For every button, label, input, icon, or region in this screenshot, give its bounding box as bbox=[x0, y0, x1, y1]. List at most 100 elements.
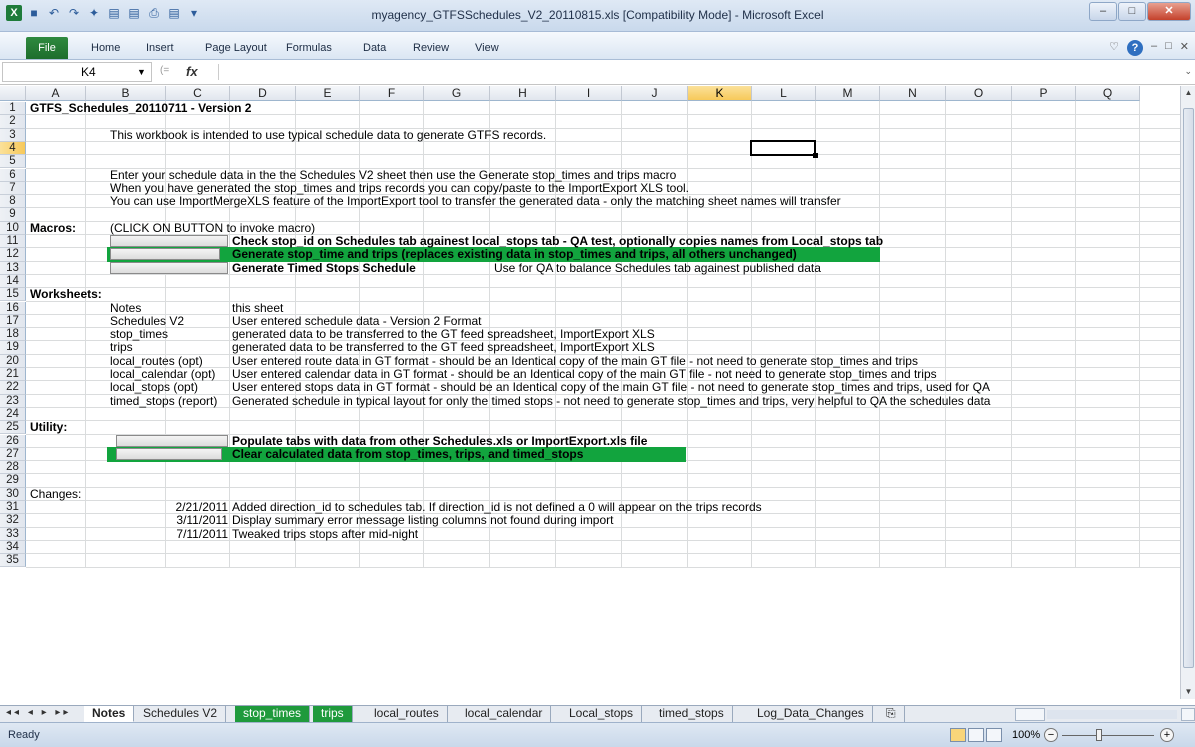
cell-b6[interactable]: Enter your schedule data in the the Sche… bbox=[110, 168, 676, 182]
column-header-m[interactable]: M bbox=[816, 86, 880, 101]
row-header-13[interactable]: 13 bbox=[0, 261, 26, 275]
cell-c23[interactable]: Generated schedule in typical layout for… bbox=[232, 394, 990, 408]
row-header-24[interactable]: 24 bbox=[0, 407, 26, 422]
scroll-thumb[interactable] bbox=[1183, 108, 1194, 668]
row-header-6[interactable]: 6 bbox=[0, 168, 26, 182]
tab-page-layout[interactable]: Page Layout bbox=[205, 42, 267, 54]
tab-formulas[interactable]: Formulas bbox=[286, 42, 332, 54]
row-header-32[interactable]: 32 bbox=[0, 514, 26, 528]
generate-timed-stops-macro-button[interactable] bbox=[110, 261, 228, 274]
column-header-f[interactable]: F bbox=[360, 86, 424, 101]
sheet-tab-stop-times[interactable]: stop_times bbox=[235, 706, 311, 722]
tab-view[interactable]: View bbox=[475, 42, 499, 54]
column-header-n[interactable]: N bbox=[880, 86, 946, 101]
row-header-16[interactable]: 16 bbox=[0, 301, 26, 315]
clear-calculated-macro-button[interactable] bbox=[116, 447, 222, 460]
sheet-tab-local-stops[interactable]: Local_stops bbox=[561, 706, 643, 722]
cell-c32[interactable]: Display summary error message listing co… bbox=[232, 514, 614, 527]
cell-b22[interactable]: local_stops (opt) bbox=[110, 381, 198, 394]
tab-data[interactable]: Data bbox=[363, 42, 386, 54]
tab-insert[interactable]: Insert bbox=[146, 42, 174, 54]
formula-input[interactable] bbox=[222, 64, 1172, 80]
column-header-l[interactable]: L bbox=[752, 86, 816, 101]
sheet-tab-log-data-changes[interactable]: Log_Data_Changes bbox=[749, 706, 873, 722]
horizontal-scrollbar[interactable] bbox=[1015, 708, 1195, 721]
vertical-scrollbar[interactable]: ▲ ▼ bbox=[1180, 86, 1195, 699]
workbook-minimize-icon[interactable]: – bbox=[1151, 40, 1157, 56]
cell-a25[interactable]: Utility: bbox=[30, 421, 67, 434]
column-header-q[interactable]: Q bbox=[1076, 86, 1140, 101]
cell-b23[interactable]: timed_stops (report) bbox=[110, 394, 217, 408]
cell-b10[interactable]: (CLICK ON BUTTON to invoke macro) bbox=[110, 221, 315, 235]
cell-b33[interactable]: 7/11/2011 bbox=[110, 527, 228, 541]
row-header-29[interactable]: 29 bbox=[0, 474, 26, 488]
row-header-21[interactable]: 21 bbox=[0, 368, 26, 382]
minimize-ribbon-icon[interactable]: ♡ bbox=[1109, 40, 1119, 56]
cell-a30[interactable]: Changes: bbox=[30, 487, 81, 501]
cell-b18[interactable]: stop_times bbox=[110, 328, 168, 341]
name-box[interactable]: K4 ▼ bbox=[2, 62, 152, 82]
cell-c17[interactable]: User entered schedule data - Version 2 F… bbox=[232, 314, 481, 328]
row-header-11[interactable]: 11 bbox=[0, 235, 26, 249]
cell-c27[interactable]: Clear calculated data from stop_times, t… bbox=[232, 447, 583, 461]
close-button[interactable]: ✕ bbox=[1147, 2, 1191, 21]
fill-handle[interactable] bbox=[813, 152, 818, 158]
cell-b8[interactable]: You can use ImportMergeXLS feature of th… bbox=[110, 195, 841, 208]
cell-c19[interactable]: generated data to be transferred to the … bbox=[232, 341, 655, 354]
cell-c18[interactable]: generated data to be transferred to the … bbox=[232, 328, 655, 341]
column-header-a[interactable]: A bbox=[26, 86, 86, 101]
row-header-3[interactable]: 3 bbox=[0, 128, 26, 142]
cell-c11[interactable]: Check stop_id on Schedules tab againest … bbox=[232, 235, 883, 248]
selected-cell-k4[interactable] bbox=[750, 139, 816, 156]
row-header-8[interactable]: 8 bbox=[0, 195, 26, 209]
row-header-17[interactable]: 17 bbox=[0, 314, 26, 329]
row-header-26[interactable]: 26 bbox=[0, 434, 26, 448]
row-header-20[interactable]: 20 bbox=[0, 354, 26, 368]
row-header-14[interactable]: 14 bbox=[0, 274, 26, 289]
tab-file[interactable]: File bbox=[26, 37, 68, 59]
tab-home[interactable]: Home bbox=[91, 42, 120, 54]
row-header-9[interactable]: 9 bbox=[0, 208, 26, 222]
cell-c22[interactable]: User entered stops data in GT format - s… bbox=[232, 381, 990, 394]
row-header-31[interactable]: 31 bbox=[0, 501, 26, 515]
column-header-d[interactable]: D bbox=[230, 86, 296, 101]
scroll-down-icon[interactable]: ▼ bbox=[1181, 685, 1195, 699]
chevron-down-icon[interactable]: ▼ bbox=[137, 63, 146, 81]
row-header-18[interactable]: 18 bbox=[0, 328, 26, 342]
column-header-e[interactable]: E bbox=[296, 86, 360, 101]
check-stop-id-macro-button[interactable] bbox=[110, 235, 228, 247]
zoom-slider-knob[interactable] bbox=[1096, 729, 1102, 741]
cell-b20[interactable]: local_routes (opt) bbox=[110, 354, 203, 368]
cell-c21[interactable]: User entered calendar data in GT format … bbox=[232, 368, 937, 381]
expand-formula-icon[interactable]: ⌄ bbox=[1184, 66, 1192, 77]
sheet-tab-schedules-v2[interactable]: Schedules V2 bbox=[135, 706, 227, 722]
column-header-c[interactable]: C bbox=[166, 86, 230, 101]
cell-b7[interactable]: When you have generated the stop_times a… bbox=[110, 181, 689, 195]
cell-c16[interactable]: this sheet bbox=[232, 301, 283, 315]
column-header-j[interactable]: J bbox=[622, 86, 688, 101]
cell-c12[interactable]: Generate stop_time and trips (replaces e… bbox=[232, 248, 797, 261]
row-header-27[interactable]: 27 bbox=[0, 447, 26, 462]
row-header-19[interactable]: 19 bbox=[0, 341, 26, 355]
sheet-tab-notes[interactable]: Notes bbox=[84, 706, 135, 722]
column-header-o[interactable]: O bbox=[946, 86, 1012, 101]
cell-a1[interactable]: GTFS_Schedules_20110711 - Version 2 bbox=[30, 102, 251, 115]
cell-a10[interactable]: Macros: bbox=[30, 221, 76, 235]
insert-function-icon[interactable]: fx bbox=[186, 64, 198, 79]
row-header-23[interactable]: 23 bbox=[0, 394, 26, 408]
zoom-out-button[interactable]: − bbox=[1044, 728, 1058, 742]
sheet-tab-timed-stops[interactable]: timed_stops bbox=[651, 706, 733, 722]
insert-sheet-icon[interactable]: ⎘ bbox=[878, 706, 905, 722]
column-header-i[interactable]: I bbox=[556, 86, 622, 101]
column-header-b[interactable]: B bbox=[86, 86, 166, 101]
zoom-slider[interactable] bbox=[1062, 735, 1154, 736]
generate-stop-times-macro-button[interactable] bbox=[110, 248, 220, 261]
help-icon[interactable]: ? bbox=[1127, 40, 1143, 56]
row-header-7[interactable]: 7 bbox=[0, 181, 26, 196]
row-header-10[interactable]: 10 bbox=[0, 221, 26, 235]
row-header-4[interactable]: 4 bbox=[0, 141, 26, 156]
hscroll-track[interactable] bbox=[1047, 710, 1177, 719]
page-break-view-button[interactable] bbox=[986, 728, 1002, 742]
row-header-1[interactable]: 1 bbox=[0, 102, 26, 116]
tab-review[interactable]: Review bbox=[413, 42, 449, 54]
